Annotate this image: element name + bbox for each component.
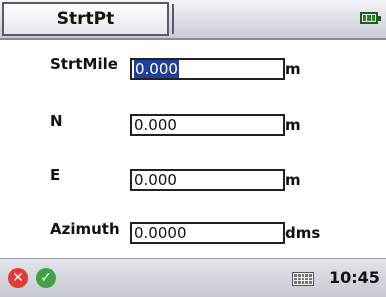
strtmile-label: StrtMile	[50, 55, 118, 73]
n-unit: m	[285, 116, 301, 134]
close-icon[interactable]: ✕	[8, 268, 28, 288]
check-icon[interactable]: ✓	[36, 268, 56, 288]
strtmile-field[interactable]: 0.000	[130, 58, 285, 80]
strtmile-value: 0.000	[134, 60, 179, 78]
n-field[interactable]: 0.000	[130, 114, 285, 136]
azimuth-label: Azimuth	[50, 220, 120, 238]
clock: 10:45	[329, 268, 380, 287]
n-label: N	[50, 112, 63, 130]
tab-strtpt[interactable]: StrtPt	[2, 2, 169, 36]
keyboard-icon[interactable]	[292, 272, 314, 286]
title-bar: StrtPt	[0, 0, 386, 40]
strtmile-unit: m	[285, 60, 301, 78]
battery-icon	[360, 12, 381, 24]
e-unit: m	[285, 171, 301, 189]
n-value: 0.000	[134, 116, 177, 134]
tab-divider	[172, 4, 174, 34]
tab-label: StrtPt	[56, 9, 115, 29]
azimuth-value: 0.0000	[134, 224, 187, 242]
azimuth-unit: dms	[285, 224, 321, 242]
e-label: E	[50, 166, 61, 184]
e-field[interactable]: 0.000	[130, 169, 285, 191]
azimuth-field[interactable]: 0.0000	[130, 222, 285, 244]
e-value: 0.000	[134, 171, 177, 189]
bottom-bar: ✕ ✓ 10:45	[0, 258, 386, 297]
